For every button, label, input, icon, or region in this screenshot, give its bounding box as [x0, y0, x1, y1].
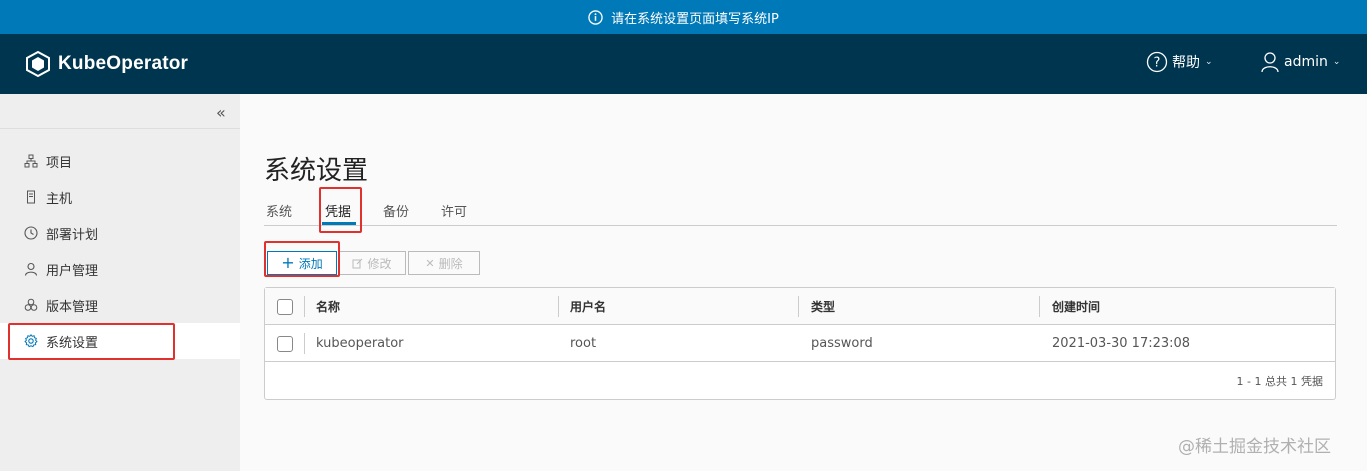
sidebar-item-projects[interactable]: 项目	[0, 143, 240, 179]
user-icon	[1261, 52, 1279, 73]
user-label: admin	[1284, 54, 1328, 70]
chevron-down-icon: ⌄	[1332, 57, 1341, 67]
cell-username: root	[570, 336, 597, 351]
add-button-label: 添加	[298, 256, 323, 271]
select-all-checkbox[interactable]	[277, 299, 293, 315]
help-icon: ?	[1146, 51, 1168, 73]
column-divider	[304, 333, 305, 354]
brand[interactable]: KubeOperator	[26, 51, 188, 77]
pagination-summary: 1 - 1 总共 1 凭据	[1236, 375, 1323, 388]
sidebar-item-label: 项目	[46, 155, 73, 171]
cell-created: 2021-03-30 17:23:08	[1052, 336, 1191, 351]
column-divider	[1039, 296, 1040, 317]
sidebar: « 项目 主机 部署计划 用户管理 版本管理 系统设置	[0, 94, 240, 471]
credentials-table: 名称 用户名 类型 创建时间 kubeoperator root passwor…	[264, 287, 1336, 400]
edit-icon	[352, 258, 363, 268]
table-row[interactable]: kubeoperator root password 2021-03-30 17…	[265, 325, 1335, 362]
edit-button-label: 修改	[367, 256, 392, 271]
user-icon	[24, 262, 38, 276]
banner-text: 请在系统设置页面填写系统IP	[611, 11, 779, 27]
row-checkbox[interactable]	[277, 336, 293, 352]
delete-button-label: 删除	[438, 256, 463, 271]
column-divider	[798, 296, 799, 317]
page-title: 系统设置	[264, 156, 369, 186]
tab-backup[interactable]: 备份	[383, 201, 409, 220]
sidebar-item-system-settings[interactable]: 系统设置	[0, 323, 240, 359]
add-button[interactable]: + 添加	[267, 251, 337, 275]
watermark: @稀土掘金技术社区	[1178, 437, 1331, 457]
sidebar-item-label: 系统设置	[46, 335, 99, 351]
chevron-down-icon: ⌄	[1205, 57, 1213, 67]
sidebar-item-label: 用户管理	[46, 263, 99, 279]
clock-icon	[24, 226, 38, 240]
sidebar-collapse-bar: «	[0, 94, 240, 129]
tab-credentials[interactable]: 凭据	[325, 201, 351, 220]
main-content	[240, 94, 1367, 471]
help-menu[interactable]: ? 帮助 ⌄	[1146, 51, 1213, 73]
help-label: 帮助	[1172, 55, 1200, 71]
delete-button[interactable]: ✕ 删除	[408, 251, 480, 275]
active-tab-indicator	[322, 222, 356, 225]
table-header: 名称 用户名 类型 创建时间	[265, 288, 1335, 325]
cell-type: password	[811, 336, 873, 351]
column-header-name[interactable]: 名称	[316, 288, 340, 325]
tab-license[interactable]: 许可	[441, 201, 467, 220]
kubeoperator-logo-icon	[26, 51, 50, 77]
edit-button[interactable]: 修改	[338, 251, 406, 275]
brand-name: KubeOperator	[58, 53, 189, 74]
tab-system[interactable]: 系统	[266, 201, 292, 220]
sidebar-item-versions[interactable]: 版本管理	[0, 287, 240, 323]
column-divider	[558, 296, 559, 317]
column-header-created[interactable]: 创建时间	[1052, 288, 1100, 325]
svg-text:?: ?	[1154, 56, 1161, 71]
version-icon	[24, 298, 38, 311]
column-header-username[interactable]: 用户名	[570, 288, 606, 325]
sidebar-item-deploy-plan[interactable]: 部署计划	[0, 215, 240, 251]
column-header-type[interactable]: 类型	[811, 288, 835, 325]
user-menu[interactable]: admin ⌄	[1260, 51, 1340, 73]
project-icon	[24, 154, 38, 168]
gear-icon	[24, 334, 38, 348]
tab-bar: 系统 凭据 备份 许可	[264, 196, 1337, 226]
cell-name: kubeoperator	[316, 336, 404, 351]
sidebar-item-label: 主机	[46, 191, 73, 207]
info-icon	[588, 9, 603, 25]
plus-icon: +	[281, 253, 295, 272]
column-divider	[304, 296, 305, 317]
sidebar-item-users[interactable]: 用户管理	[0, 251, 240, 287]
system-ip-banner: 请在系统设置页面填写系统IP	[0, 0, 1367, 34]
sidebar-item-label: 版本管理	[46, 299, 99, 315]
top-header: KubeOperator ? 帮助 ⌄ admin ⌄	[0, 34, 1367, 94]
close-icon: ✕	[425, 256, 435, 270]
double-chevron-left-icon[interactable]: «	[216, 103, 226, 122]
sidebar-item-label: 部署计划	[46, 227, 99, 243]
host-icon	[27, 190, 35, 204]
sidebar-item-hosts[interactable]: 主机	[0, 179, 240, 215]
